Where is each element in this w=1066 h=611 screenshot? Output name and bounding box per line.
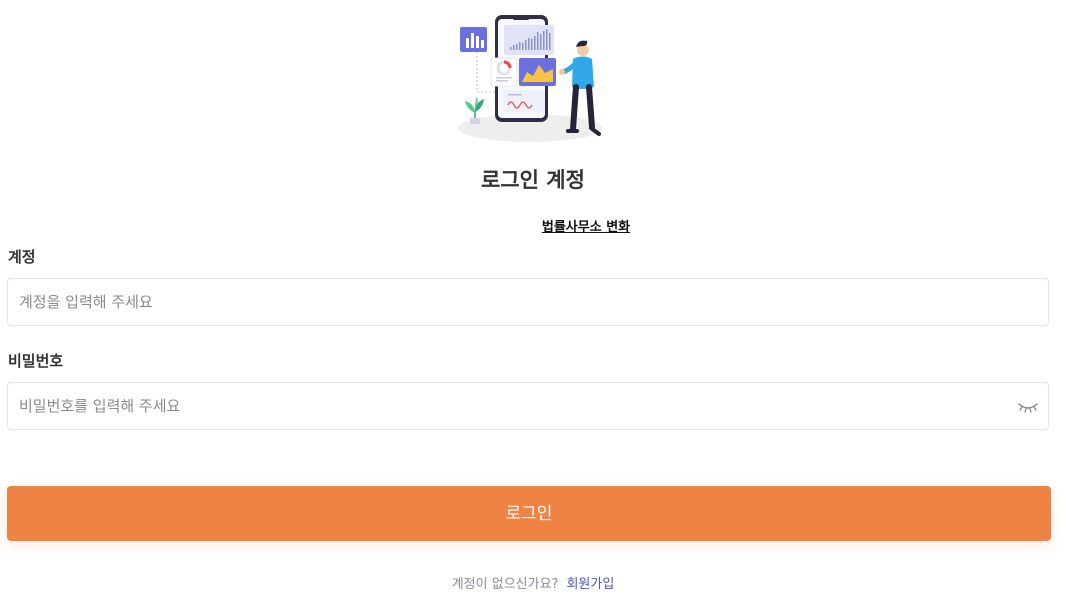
page-title: 로그인 계정	[481, 168, 585, 192]
account-field-wrapper	[7, 278, 1049, 326]
office-switch-link[interactable]: 법률사무소 변화	[0, 218, 1066, 238]
signup-row: 계정이 없으신가요? 회원가입	[0, 575, 1066, 595]
account-label: 계정	[8, 248, 36, 266]
login-button[interactable]: 로그인	[7, 486, 1051, 541]
password-label: 비밀번호	[8, 352, 64, 370]
signup-link[interactable]: 회원가입	[566, 577, 614, 592]
eye-closed-icon[interactable]	[1017, 398, 1039, 414]
password-field-wrapper	[7, 382, 1049, 430]
analytics-illustration	[458, 15, 602, 142]
login-page: 로그인 계정 법률사무소 변화 계정 비밀번호 로그인 계정이 없으신가요? 회원…	[0, 0, 1066, 611]
password-input[interactable]	[8, 383, 1048, 429]
account-input[interactable]	[8, 279, 1048, 325]
signup-prompt: 계정이 없으신가요?	[451, 577, 559, 592]
